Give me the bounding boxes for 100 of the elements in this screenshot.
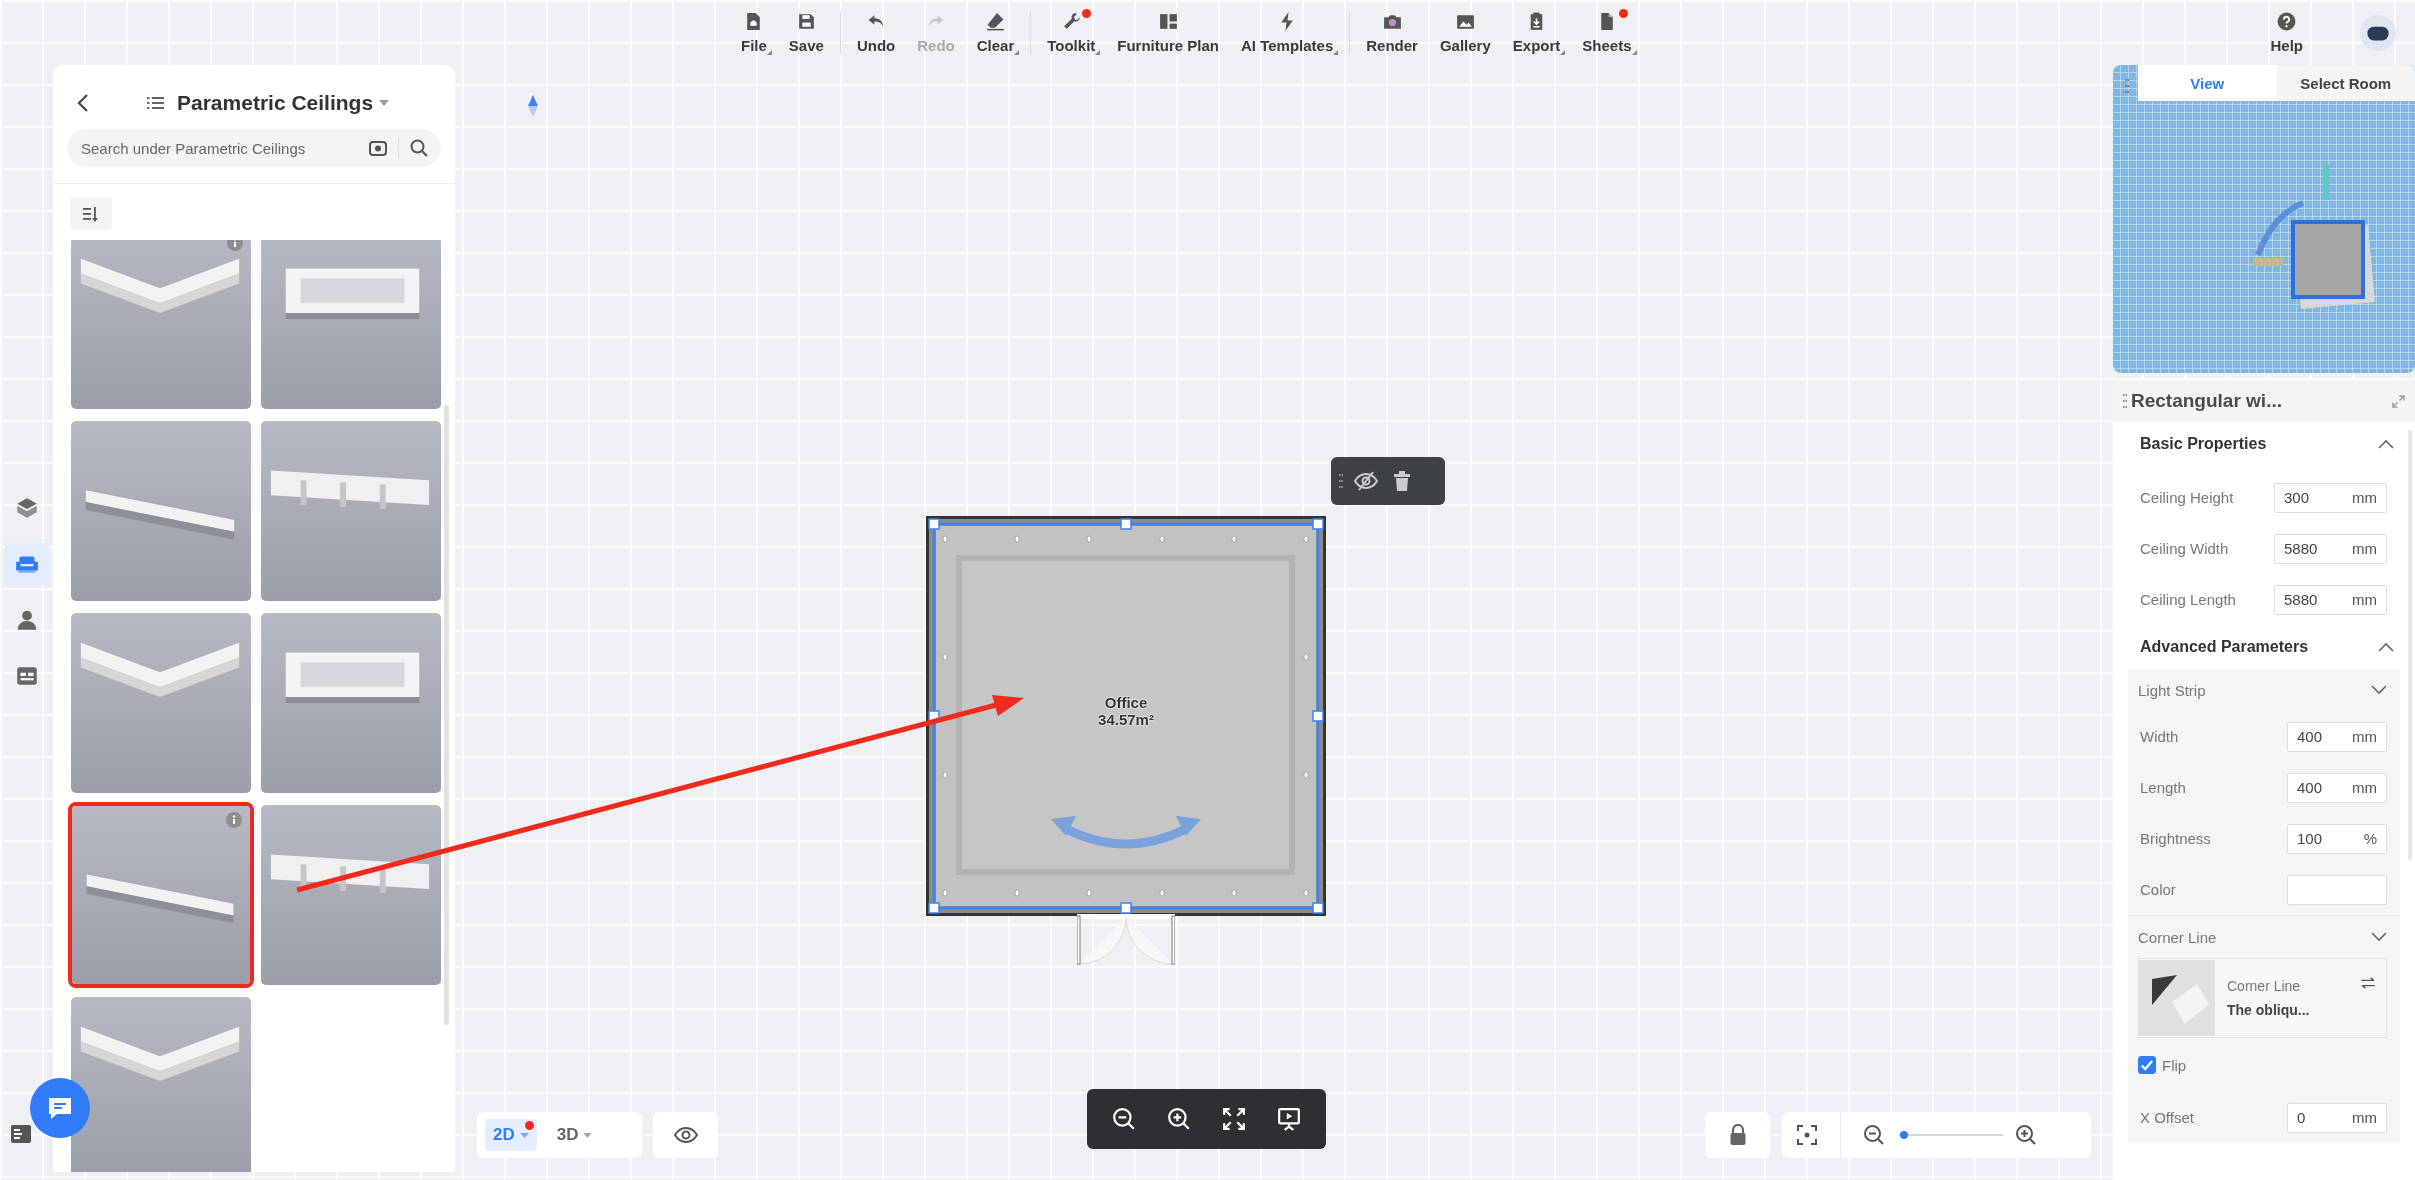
zoom-out-button[interactable] (1112, 1107, 1137, 1131)
number-field[interactable]: 400 mm (2287, 772, 2387, 803)
dropdown-corner-icon (1333, 50, 1339, 55)
number-field[interactable]: 5880 mm (2274, 533, 2387, 564)
drag-handle-icon[interactable] (2123, 394, 2127, 408)
chat-icon (46, 1095, 74, 1121)
toolbar-button[interactable]: Toolkit (1041, 7, 1102, 58)
dropdown-corner-icon (1014, 50, 1020, 55)
slider-thumb[interactable] (1900, 1131, 1909, 1139)
toolbar-button[interactable]: Save (782, 7, 830, 58)
zoom-in-button[interactable] (1167, 1107, 1192, 1131)
material-name: The obliqu... (2227, 1002, 2311, 1018)
zoom-out-icon (1863, 1124, 1885, 1146)
fit-view-button[interactable] (1796, 1124, 1818, 1146)
field-label: Width (2140, 728, 2179, 745)
zoom-in-icon (1167, 1107, 1192, 1131)
list-icon (147, 95, 165, 111)
avatar[interactable] (2359, 13, 2397, 52)
chevron-up-icon[interactable] (2378, 642, 2394, 652)
material-category: Corner Line (2227, 978, 2302, 994)
view-tab[interactable]: View (2138, 65, 2277, 101)
fullscreen-button[interactable] (1221, 1107, 1246, 1131)
floor-plan-icon (1157, 11, 1179, 32)
field-label: Color (2140, 881, 2176, 898)
dropdown-corner-icon (1560, 50, 1566, 55)
scrollbar[interactable] (444, 405, 449, 1025)
hide-button[interactable] (1353, 470, 1379, 492)
search-field[interactable]: Search under Parametric Ceilings (67, 129, 441, 167)
field-label: Ceiling Length (2140, 591, 2236, 608)
toolbar-button[interactable]: Furniture Plan (1111, 7, 1225, 58)
chevron-down-icon[interactable] (2371, 932, 2387, 942)
help-icon (2276, 11, 2298, 32)
room-name: Office (1104, 694, 1148, 711)
field-label: Ceiling Height (2140, 489, 2234, 506)
caret-icon (519, 1132, 529, 1138)
notification-dot (1618, 9, 1628, 18)
caret-icon (583, 1132, 593, 1138)
catalog-title[interactable]: Parametric Ceilings (177, 91, 374, 115)
lock-icon (1728, 1124, 1747, 1146)
toolbar-button[interactable]: AI Templates (1235, 7, 1340, 58)
number-field[interactable]: 300 mm (2274, 482, 2387, 513)
chevron-up-icon[interactable] (2378, 439, 2394, 449)
checkbox-label: Flip (2162, 1056, 2187, 1074)
dropdown-corner-icon (766, 50, 772, 55)
lock-button[interactable] (1705, 1112, 1770, 1158)
drag-handle-icon[interactable] (1339, 474, 1343, 488)
drag-handle-icon[interactable] (2125, 79, 2129, 93)
toolbar-button[interactable]: Gallery (1433, 7, 1497, 58)
panel-icon[interactable] (8, 1122, 33, 1146)
dropdown-corner-icon (1095, 50, 1101, 55)
chevron-down-icon[interactable] (2371, 685, 2387, 695)
info-icon[interactable] (226, 812, 242, 828)
group-title[interactable]: Corner Line (2138, 928, 2217, 946)
focus-icon (1796, 1124, 1818, 1146)
expand-icon[interactable] (2392, 394, 2405, 408)
notification-dot (524, 1121, 534, 1130)
properties-title: Rectangular wi... (2131, 390, 2282, 412)
field-label: Brightness (2140, 830, 2211, 847)
zoom-in-button[interactable] (2015, 1124, 2037, 1146)
color-swatch[interactable] (2287, 874, 2387, 905)
field-label: X Offset (2140, 1109, 2194, 1126)
toolbar-button[interactable]: Clear (970, 7, 1021, 58)
toolbar-button[interactable]: Export (1506, 7, 1567, 58)
back-icon[interactable] (76, 92, 90, 114)
presentation-button[interactable] (1276, 1107, 1301, 1131)
field-label: Ceiling Width (2140, 540, 2229, 557)
view-tab[interactable]: Select Room (2276, 65, 2415, 101)
eye-icon (672, 1126, 699, 1144)
camera-icon[interactable] (368, 138, 388, 158)
toolbar-button[interactable]: Render (1360, 7, 1424, 58)
zoom-out-icon (1112, 1107, 1137, 1131)
zoom-out-button[interactable] (1863, 1124, 1885, 1146)
sidebar-tab[interactable] (4, 543, 49, 585)
toolbar-button[interactable]: File (735, 7, 773, 58)
section-title[interactable]: Advanced Parameters (2140, 638, 2309, 656)
number-field[interactable]: 400 mm (2287, 721, 2387, 752)
view-mode-tab[interactable]: 3D (548, 1119, 601, 1151)
checkbox[interactable] (2138, 1056, 2156, 1074)
toolbar-button[interactable]: Sheets (1576, 7, 1638, 58)
sort-icon (81, 204, 101, 223)
material-card[interactable]: Corner Line The obliqu... (2138, 958, 2387, 1038)
room-drawing[interactable] (926, 516, 1326, 916)
visibility-button[interactable] (653, 1112, 718, 1158)
north-arrow-icon (528, 95, 538, 117)
group-title[interactable]: Light Strip (2138, 681, 2206, 699)
number-field[interactable]: 0 mm (2287, 1102, 2387, 1133)
caret-icon[interactable] (379, 100, 390, 106)
number-field[interactable]: 5880 mm (2274, 584, 2387, 615)
search-icon[interactable] (409, 138, 429, 158)
eye-off-icon (1353, 470, 1379, 492)
field-label: Length (2140, 779, 2186, 796)
dropdown-corner-icon (1631, 50, 1637, 55)
fullscreen-icon (1221, 1107, 1246, 1131)
section-title[interactable]: Basic Properties (2140, 435, 2267, 453)
presentation-icon (1276, 1107, 1301, 1131)
sort-button[interactable] (70, 197, 112, 230)
number-field[interactable]: 100 % (2287, 823, 2387, 854)
swap-icon[interactable] (2360, 977, 2376, 989)
toolbar-button[interactable]: Undo (850, 7, 902, 58)
help-button[interactable]: Help (2264, 7, 2309, 58)
